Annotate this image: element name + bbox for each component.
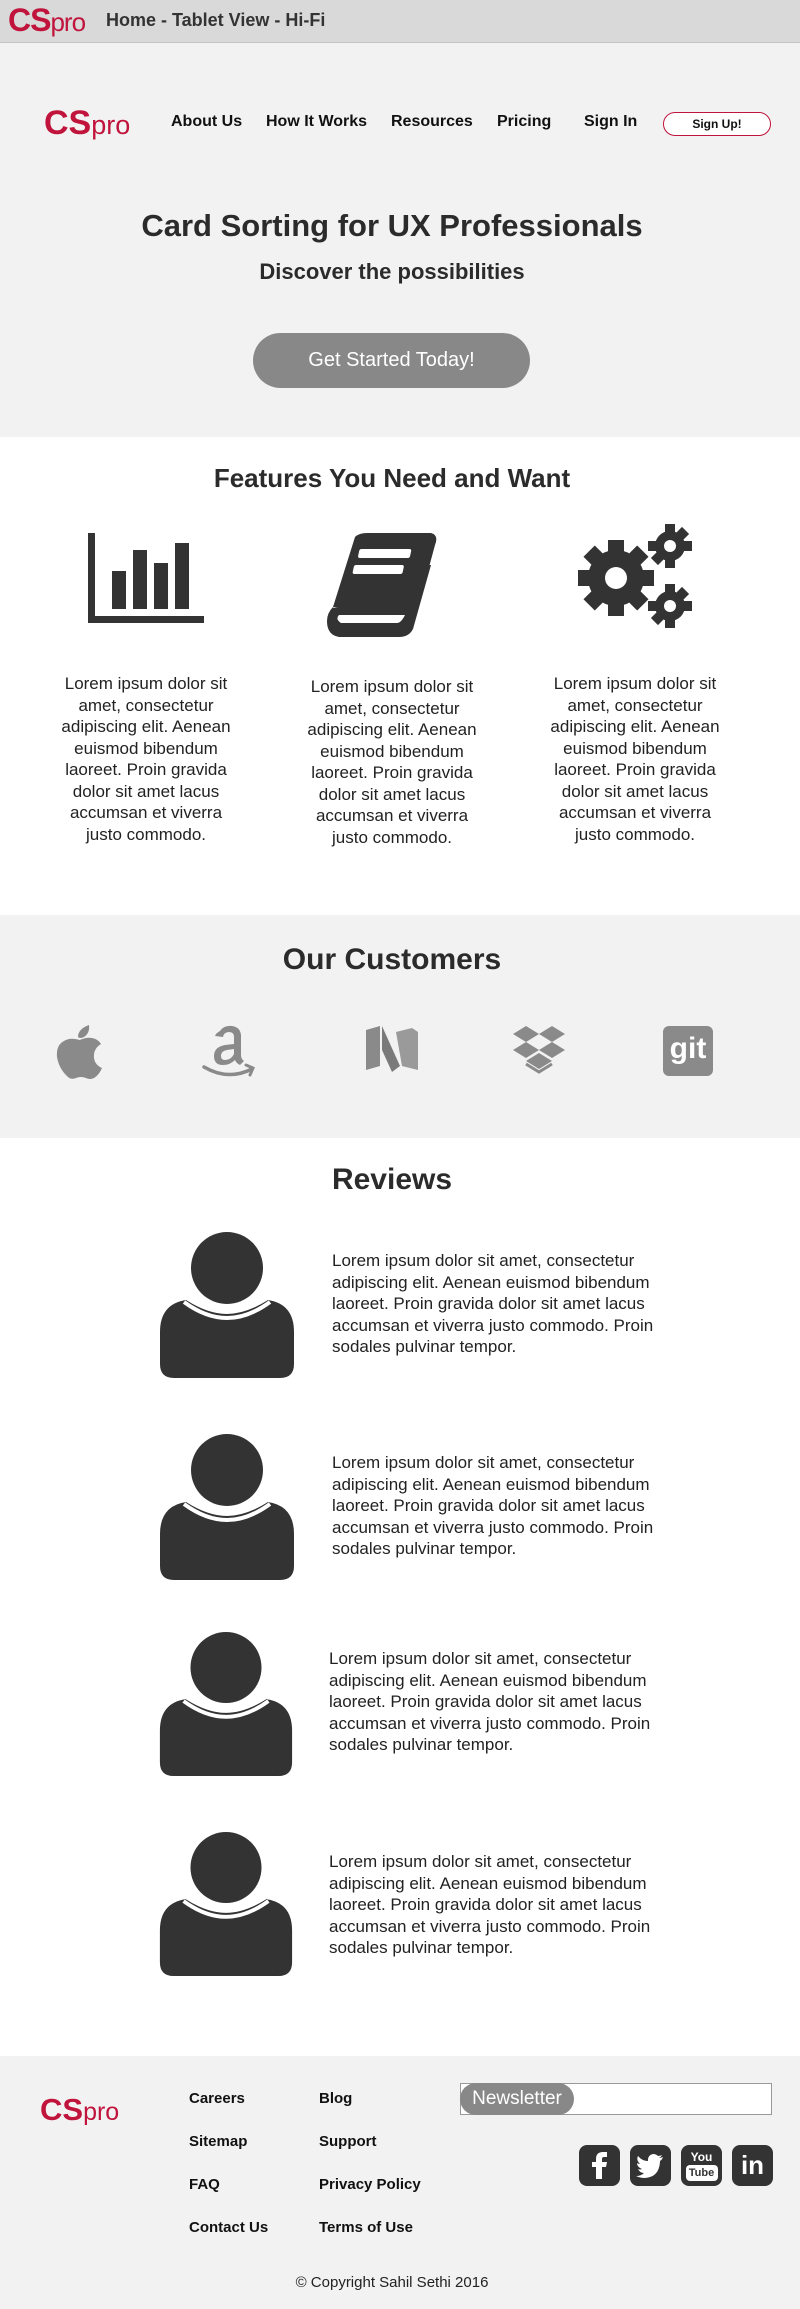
review-text-2: Lorem ipsum dolor sit amet, consectetur … xyxy=(332,1453,654,1558)
review-text-4: Lorem ipsum dolor sit amet, consectetur … xyxy=(329,1852,651,1957)
dropbox-icon xyxy=(513,1026,565,1074)
footer-link-careers[interactable]: Careers xyxy=(189,2090,245,2107)
user-avatar-icon xyxy=(159,1832,293,1977)
newsletter-label: Newsletter xyxy=(460,2083,574,2115)
reviews-title: Reviews xyxy=(331,1163,453,1196)
medium-icon xyxy=(366,1026,418,1072)
footer-link-terms-of-use[interactable]: Terms of Use xyxy=(319,2219,413,2236)
footer-link-support[interactable]: Support xyxy=(319,2133,377,2150)
sign-up-button[interactable]: Sign Up! xyxy=(663,112,771,136)
user-avatar-icon xyxy=(159,1632,293,1777)
feature-text-1: Lorem ipsum dolor sit amet, consectetur … xyxy=(61,674,231,844)
twitter-icon[interactable] xyxy=(630,2145,671,2186)
review-text-1: Lorem ipsum dolor sit amet, consectetur … xyxy=(332,1251,654,1356)
footer-link-contact-us[interactable]: Contact Us xyxy=(189,2219,268,2236)
nav-how-it-works[interactable]: How It Works xyxy=(266,113,367,131)
amazon-icon xyxy=(202,1025,255,1077)
book-icon xyxy=(327,533,437,637)
bar-chart-icon xyxy=(88,533,204,623)
user-avatar-icon xyxy=(160,1434,294,1580)
feature-text-3: Lorem ipsum dolor sit amet, consectetur … xyxy=(550,674,720,844)
apple-icon xyxy=(56,1025,102,1079)
footer-logo[interactable]: CSpro xyxy=(40,2092,119,2128)
nav-sign-in[interactable]: Sign In xyxy=(584,113,637,131)
nav-pricing[interactable]: Pricing xyxy=(497,113,551,131)
hero-subtitle: Discover the possibilities xyxy=(259,259,525,284)
features-title: Features You Need and Want xyxy=(213,463,571,493)
git-icon: git xyxy=(663,1026,713,1076)
footer-link-blog[interactable]: Blog xyxy=(319,2090,352,2107)
youtube-icon[interactable]: You Tube xyxy=(681,2145,722,2186)
review-text-3: Lorem ipsum dolor sit amet, consectetur … xyxy=(329,1649,651,1754)
footer-link-privacy-policy[interactable]: Privacy Policy xyxy=(319,2176,421,2193)
user-avatar-icon xyxy=(160,1232,294,1378)
site-logo[interactable]: CSpro xyxy=(44,104,130,143)
footer-link-faq[interactable]: FAQ xyxy=(189,2176,220,2193)
facebook-icon[interactable] xyxy=(579,2145,620,2186)
gears-icon xyxy=(578,524,692,628)
hero-title: Card Sorting for UX Professionals xyxy=(141,208,643,243)
window-title-bar: CSpro Home - Tablet View - Hi-Fi xyxy=(0,0,800,43)
feature-text-2: Lorem ipsum dolor sit amet, consectetur … xyxy=(307,677,477,847)
copyright: © Copyright Sahil Sethi 2016 xyxy=(295,2274,489,2291)
nav-resources[interactable]: Resources xyxy=(391,113,473,131)
window-title: Home - Tablet View - Hi-Fi xyxy=(106,10,326,30)
nav-about-us[interactable]: About Us xyxy=(171,113,242,131)
linkedin-icon[interactable]: in xyxy=(732,2145,773,2186)
footer-link-sitemap[interactable]: Sitemap xyxy=(189,2133,247,2150)
customers-title: Our Customers xyxy=(282,943,502,976)
get-started-button[interactable]: Get Started Today! xyxy=(253,333,530,388)
window-logo: CSpro xyxy=(8,2,86,38)
